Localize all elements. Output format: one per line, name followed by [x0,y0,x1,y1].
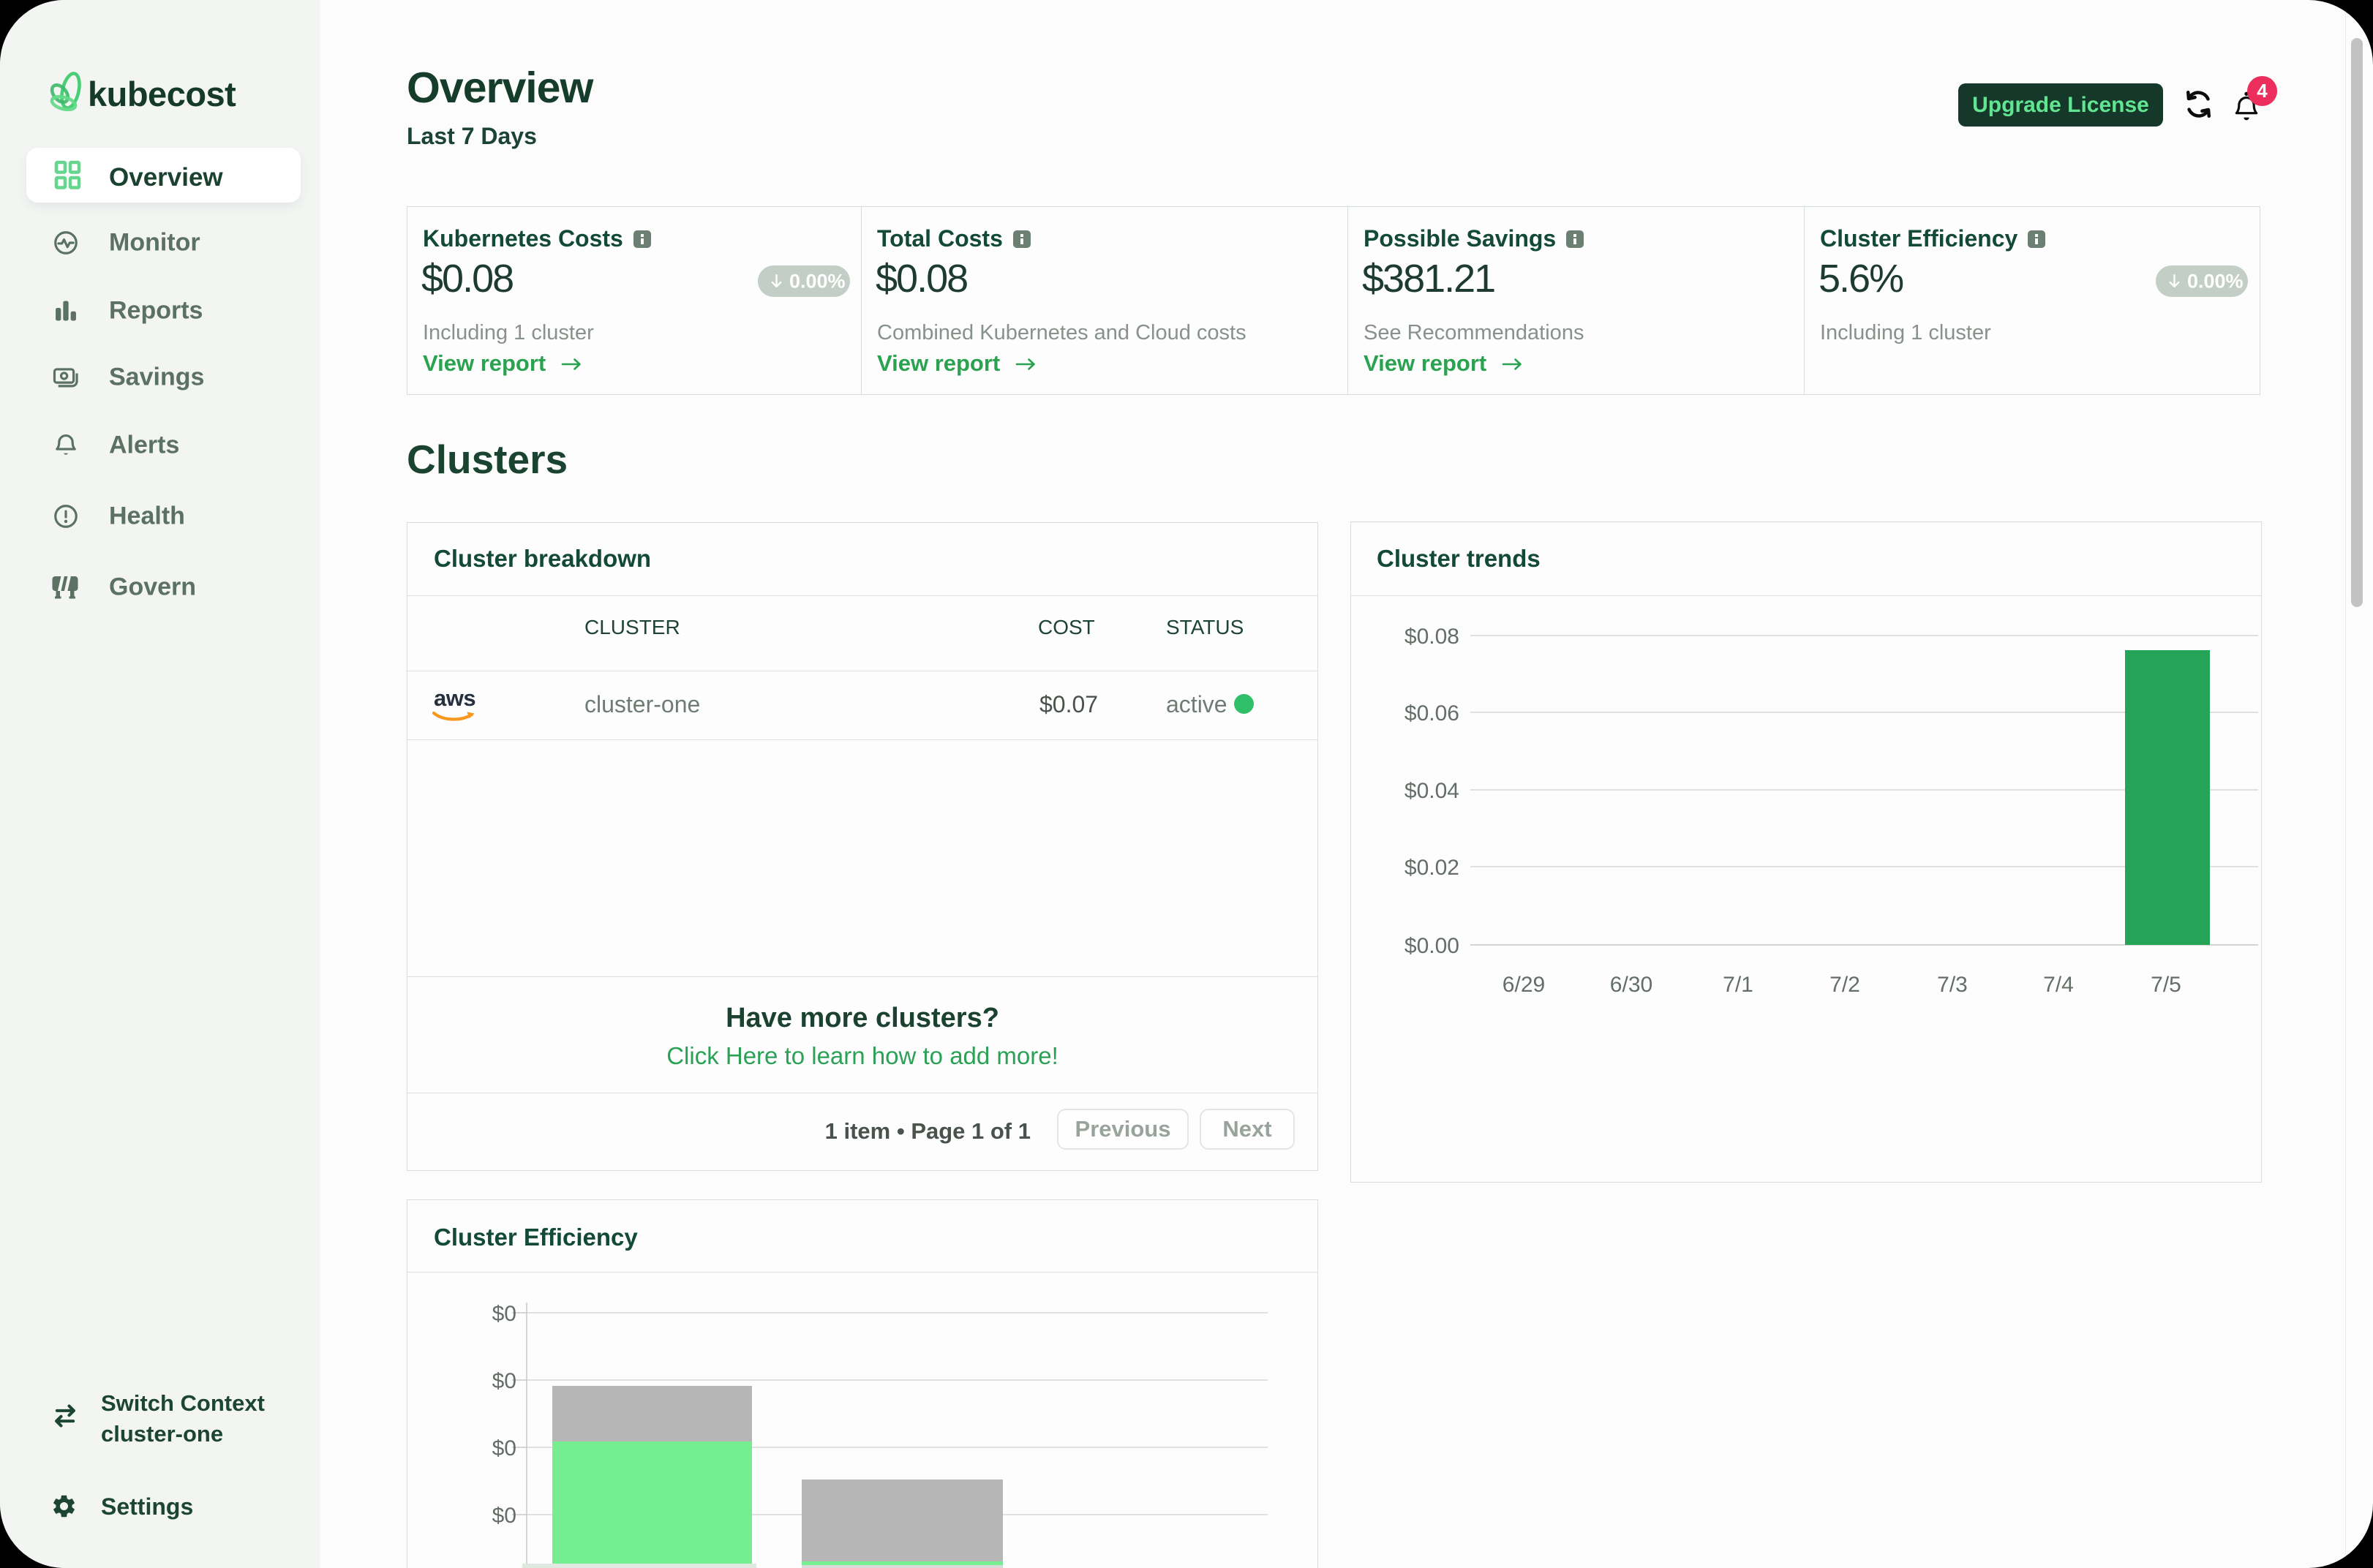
svg-text:$0.02: $0.02 [1404,856,1459,880]
svg-text:7/5: 7/5 [2151,973,2181,997]
svg-text:6/29: 6/29 [1503,973,1545,997]
svg-text:$0.04: $0.04 [1404,779,1459,803]
svg-text:$0.08: $0.08 [1404,625,1459,649]
svg-text:$0: $0 [492,1369,516,1393]
svg-text:$0: $0 [492,1302,516,1326]
svg-text:$0: $0 [492,1504,516,1528]
svg-text:7/2: 7/2 [1829,973,1860,997]
svg-text:$0.06: $0.06 [1404,701,1459,725]
svg-text:7/3: 7/3 [1937,973,1968,997]
svg-text:7/4: 7/4 [2043,973,2074,997]
svg-text:6/30: 6/30 [1610,973,1652,997]
svg-text:$0.00: $0.00 [1404,934,1459,958]
svg-text:$0: $0 [492,1436,516,1460]
svg-text:7/1: 7/1 [1723,973,1753,997]
